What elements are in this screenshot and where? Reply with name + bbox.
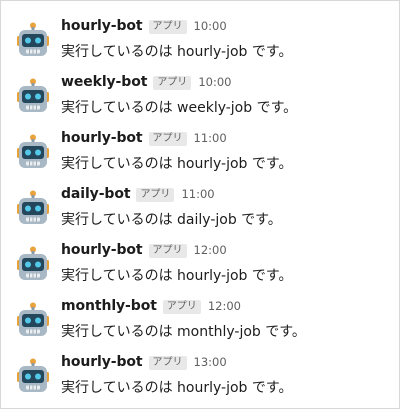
app-badge: アプリ	[136, 188, 175, 202]
message-content: hourly-bot アプリ 11:00 実行しているのは hourly-job…	[61, 130, 391, 173]
sender-name[interactable]: hourly-bot	[61, 18, 143, 34]
app-badge: アプリ	[148, 132, 187, 146]
robot-face-icon[interactable]	[15, 190, 51, 226]
message-list: hourly-bot アプリ 10:00 実行しているのは hourly-job…	[15, 18, 391, 409]
message-header: hourly-bot アプリ 11:00	[61, 130, 391, 152]
message-text: 実行しているのは hourly-job です。	[61, 380, 293, 396]
message-text: 実行しているのは hourly-job です。	[61, 268, 293, 284]
message-item[interactable]: hourly-bot アプリ 13:00 実行しているのは hourly-job…	[15, 354, 391, 409]
message-item[interactable]: daily-bot アプリ 11:00 実行しているのは daily-job で…	[15, 186, 391, 242]
message-text: 実行しているのは monthly-job です。	[61, 324, 306, 340]
timestamp[interactable]: 11:00	[181, 187, 214, 201]
message-content: hourly-bot アプリ 13:00 実行しているのは hourly-job…	[61, 354, 391, 397]
message-item[interactable]: hourly-bot アプリ 10:00 実行しているのは hourly-job…	[15, 18, 391, 74]
message-header: hourly-bot アプリ 10:00	[61, 18, 391, 40]
message-content: monthly-bot アプリ 12:00 実行しているのは monthly-j…	[61, 298, 391, 341]
message-header: hourly-bot アプリ 13:00	[61, 354, 391, 376]
robot-face-icon[interactable]	[15, 246, 51, 282]
robot-face-icon[interactable]	[15, 22, 51, 58]
message-item[interactable]: weekly-bot アプリ 10:00 実行しているのは weekly-job…	[15, 74, 391, 130]
message-header: hourly-bot アプリ 12:00	[61, 242, 391, 264]
sender-name[interactable]: hourly-bot	[61, 354, 143, 370]
sender-name[interactable]: monthly-bot	[61, 298, 157, 314]
sender-name[interactable]: weekly-bot	[61, 74, 147, 90]
timestamp[interactable]: 10:00	[198, 75, 231, 89]
message-pane: hourly-bot アプリ 10:00 実行しているのは hourly-job…	[0, 0, 400, 409]
message-text: 実行しているのは weekly-job です。	[61, 100, 298, 116]
message-header: weekly-bot アプリ 10:00	[61, 74, 391, 96]
message-content: weekly-bot アプリ 10:00 実行しているのは weekly-job…	[61, 74, 391, 117]
app-badge: アプリ	[148, 244, 187, 258]
robot-face-icon[interactable]	[15, 78, 51, 114]
app-badge: アプリ	[153, 76, 192, 90]
sender-name[interactable]: hourly-bot	[61, 130, 143, 146]
app-badge: アプリ	[148, 356, 187, 370]
message-content: hourly-bot アプリ 12:00 実行しているのは hourly-job…	[61, 242, 391, 285]
timestamp[interactable]: 13:00	[194, 355, 227, 369]
message-item[interactable]: monthly-bot アプリ 12:00 実行しているのは monthly-j…	[15, 298, 391, 354]
message-content: hourly-bot アプリ 10:00 実行しているのは hourly-job…	[61, 18, 391, 61]
message-header: monthly-bot アプリ 12:00	[61, 298, 391, 320]
message-text: 実行しているのは daily-job です。	[61, 212, 282, 228]
message-header: daily-bot アプリ 11:00	[61, 186, 391, 208]
sender-name[interactable]: hourly-bot	[61, 242, 143, 258]
timestamp[interactable]: 11:00	[194, 131, 227, 145]
sender-name[interactable]: daily-bot	[61, 186, 131, 202]
timestamp[interactable]: 12:00	[194, 243, 227, 257]
app-badge: アプリ	[162, 300, 201, 314]
message-content: daily-bot アプリ 11:00 実行しているのは daily-job で…	[61, 186, 391, 229]
robot-face-icon[interactable]	[15, 358, 51, 394]
timestamp[interactable]: 10:00	[194, 19, 227, 33]
timestamp[interactable]: 12:00	[208, 299, 241, 313]
robot-face-icon[interactable]	[15, 302, 51, 338]
message-item[interactable]: hourly-bot アプリ 12:00 実行しているのは hourly-job…	[15, 242, 391, 298]
message-text: 実行しているのは hourly-job です。	[61, 156, 293, 172]
message-item[interactable]: hourly-bot アプリ 11:00 実行しているのは hourly-job…	[15, 130, 391, 186]
app-badge: アプリ	[148, 20, 187, 34]
robot-face-icon[interactable]	[15, 134, 51, 170]
message-text: 実行しているのは hourly-job です。	[61, 44, 293, 60]
